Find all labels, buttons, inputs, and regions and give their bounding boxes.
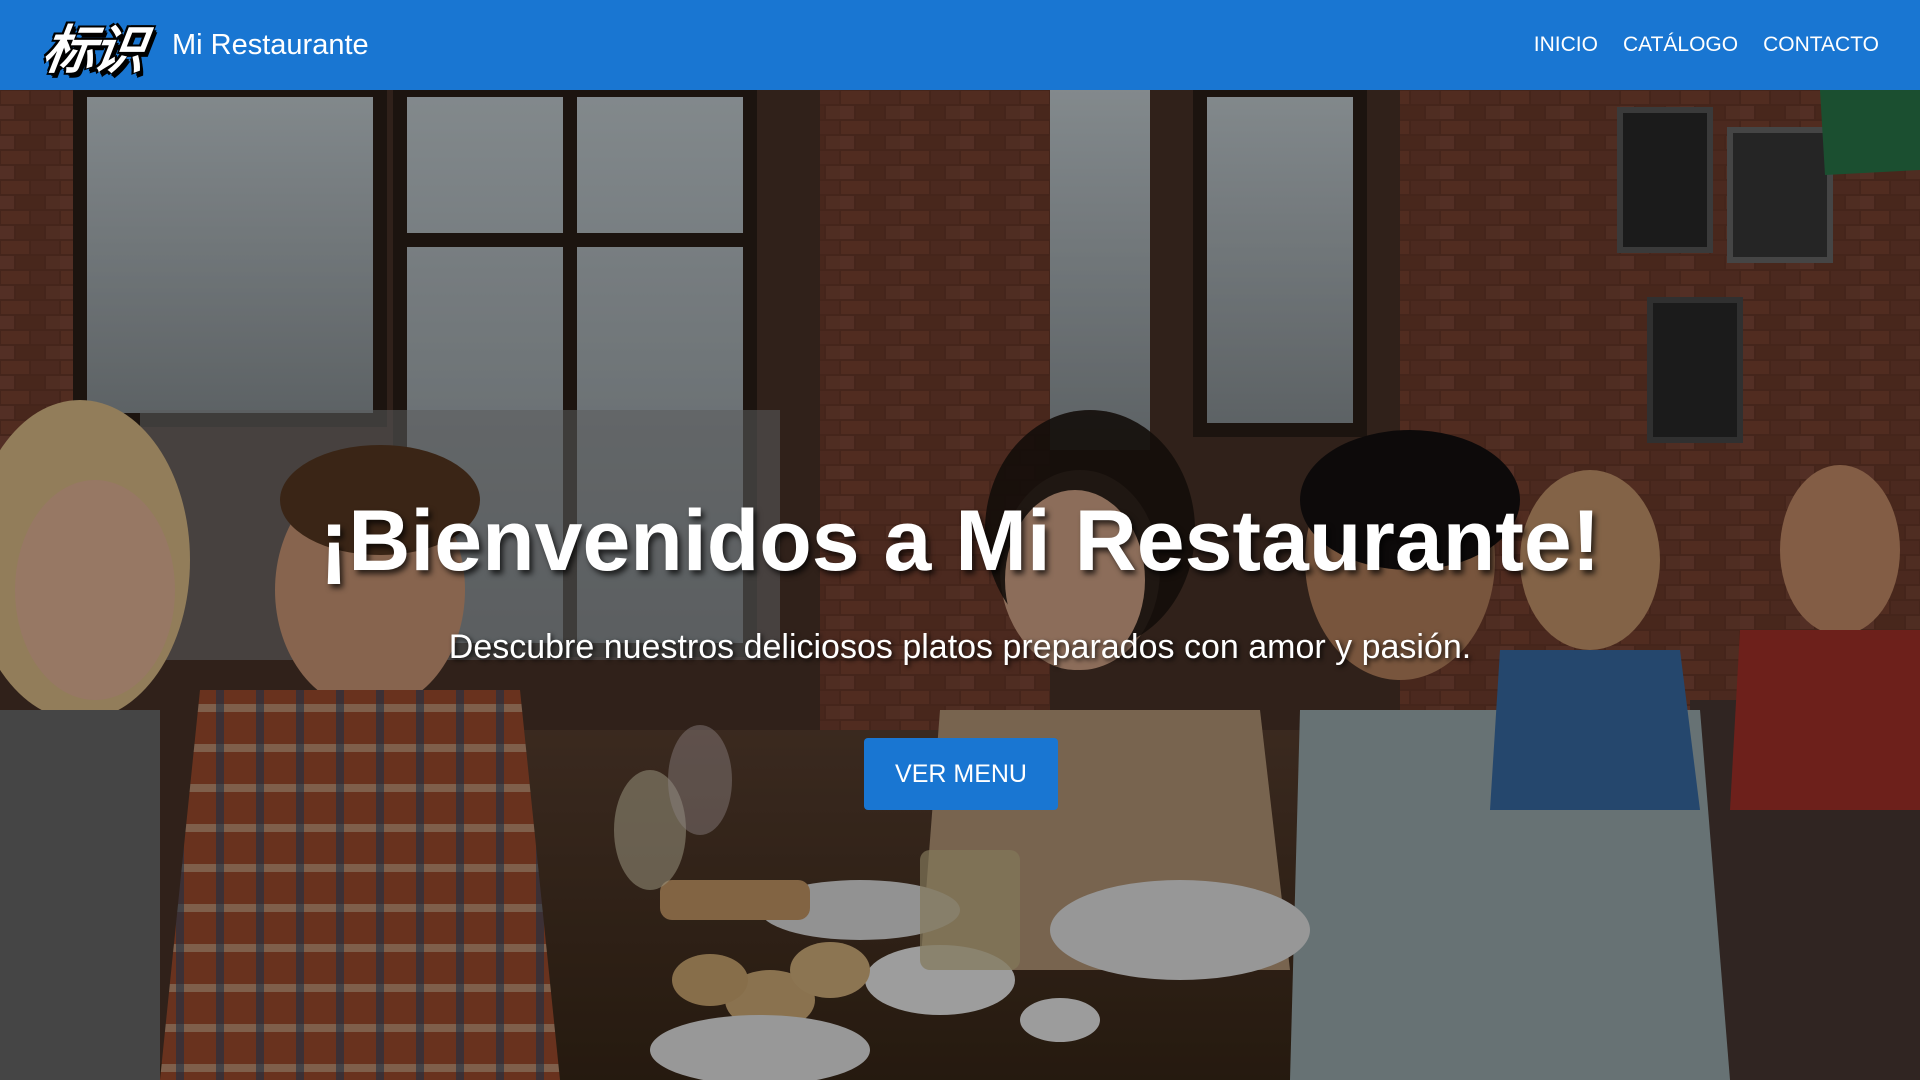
- nav-link-contacto[interactable]: CONTACTO: [1763, 33, 1879, 57]
- hero-content: ¡Bienvenidos a Mi Restaurante! Descubre …: [0, 90, 1920, 1080]
- nav-menu: INICIO CATÁLOGO CONTACTO: [1534, 33, 1879, 57]
- top-navbar: 标识 Mi Restaurante INICIO CATÁLOGO CONTAC…: [0, 0, 1920, 90]
- view-menu-button[interactable]: VER MENU: [864, 738, 1058, 810]
- brand-logo-text: 标识: [38, 20, 148, 81]
- hero-title: ¡Bienvenidos a Mi Restaurante!: [319, 493, 1601, 589]
- hero-subtitle: Descubre nuestros deliciosos platos prep…: [448, 628, 1472, 666]
- brand-name[interactable]: Mi Restaurante: [172, 29, 369, 62]
- hero-section: ¡Bienvenidos a Mi Restaurante! Descubre …: [0, 90, 1920, 1080]
- brand[interactable]: 标识 Mi Restaurante: [30, 13, 369, 81]
- nav-link-inicio[interactable]: INICIO: [1534, 33, 1598, 57]
- nav-link-catalogo[interactable]: CATÁLOGO: [1623, 33, 1738, 57]
- brand-logo[interactable]: 标识: [30, 13, 158, 81]
